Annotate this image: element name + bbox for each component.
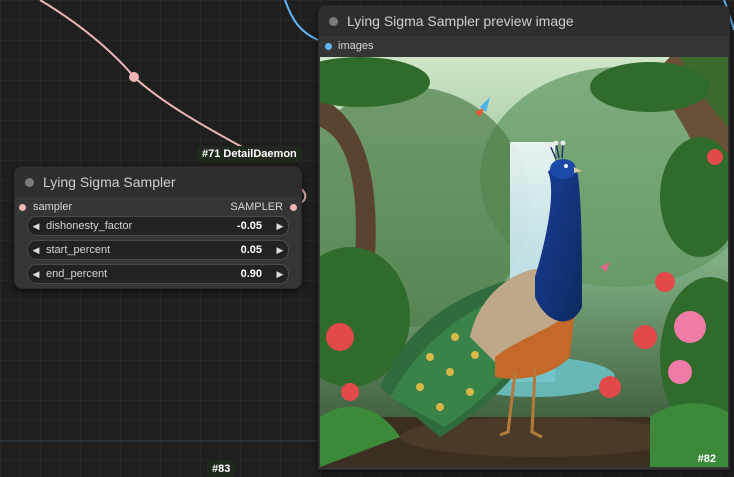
- preview-image-node[interactable]: Lying Sigma Sampler preview image images: [318, 5, 730, 470]
- widget-value: 0.05: [240, 244, 262, 256]
- peacock-image: [320, 57, 728, 467]
- widget-label: end_percent: [46, 268, 108, 280]
- decrement-arrow-icon[interactable]: ◀: [28, 245, 44, 256]
- decrement-arrow-icon[interactable]: ◀: [28, 221, 44, 232]
- node-id-badge-partial: #83: [207, 461, 236, 477]
- dishonesty-factor-widget[interactable]: ◀ dishonesty_factor -0.05 ▶: [27, 216, 289, 236]
- widget-value: 0.90: [240, 268, 262, 280]
- node-title: Lying Sigma Sampler: [43, 174, 176, 190]
- images-input-socket-icon[interactable]: [325, 42, 332, 50]
- image-wire: [284, 0, 319, 41]
- decrement-arrow-icon[interactable]: ◀: [28, 269, 44, 280]
- node-header[interactable]: Lying Sigma Sampler: [15, 167, 301, 197]
- preview-image-frame: #82: [320, 57, 728, 467]
- sampler-output-label: SAMPLER: [230, 201, 283, 213]
- sampler-input-socket-icon[interactable]: [19, 203, 26, 211]
- io-row: sampler SAMPLER: [15, 198, 301, 216]
- detail-daemon-badge: #71 DetailDaemon: [197, 146, 302, 162]
- node-header[interactable]: Lying Sigma Sampler preview image: [319, 6, 729, 36]
- collapse-dot-icon[interactable]: [329, 16, 338, 26]
- sampler-output-socket-icon[interactable]: [290, 203, 297, 211]
- collapse-dot-icon[interactable]: [25, 177, 34, 187]
- node-title: Lying Sigma Sampler preview image: [347, 13, 574, 29]
- sampler-wire: [39, 0, 263, 159]
- start-percent-widget[interactable]: ◀ start_percent 0.05 ▶: [27, 240, 289, 260]
- widget-label: dishonesty_factor: [46, 220, 133, 232]
- end-percent-widget[interactable]: ◀ end_percent 0.90 ▶: [27, 264, 289, 284]
- widget-value: -0.05: [236, 220, 262, 232]
- increment-arrow-icon[interactable]: ▶: [272, 245, 288, 256]
- widget-label: start_percent: [46, 244, 111, 256]
- wire-midpoint-handle[interactable]: [129, 72, 139, 82]
- images-input-label: images: [338, 40, 374, 52]
- increment-arrow-icon[interactable]: ▶: [272, 269, 288, 280]
- increment-arrow-icon[interactable]: ▶: [272, 221, 288, 232]
- sampler-input-label: sampler: [33, 201, 73, 213]
- lying-sigma-sampler-node[interactable]: Lying Sigma Sampler sampler SAMPLER ◀ di…: [14, 166, 302, 289]
- io-row: images: [319, 36, 729, 56]
- preview-node-id: #82: [697, 453, 716, 465]
